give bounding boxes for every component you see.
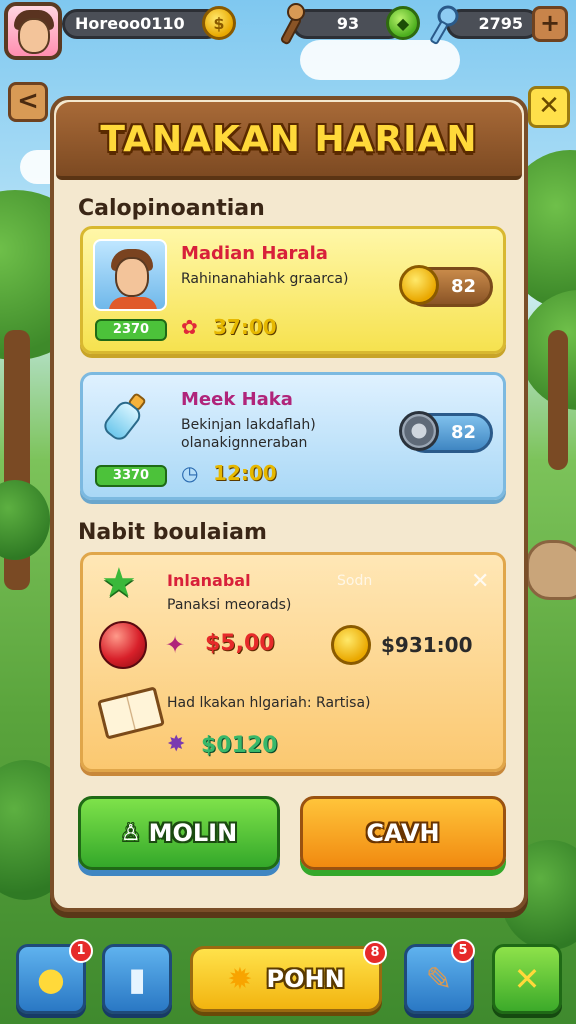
cavh-button[interactable]: CAVH [300, 796, 506, 870]
nav-chat-button[interactable]: ● 1 [16, 939, 93, 1014]
torch-icon [276, 2, 306, 46]
flower-icon: ✿ [181, 315, 198, 339]
dismiss-icon[interactable]: ✕ [471, 569, 489, 594]
reward-subtitle: Panaksi meorads) [167, 597, 292, 613]
chevron-left-icon: < [17, 86, 39, 116]
quest-badge: 5 [451, 939, 475, 963]
bush [0, 480, 50, 560]
task-name: Meek Haka [181, 389, 293, 410]
player-name: Horeoo0110 [75, 14, 185, 33]
nav-cards-button[interactable]: ▮ [102, 944, 172, 1014]
tools-icon: ✕ [513, 960, 541, 998]
gold-coin-icon [331, 625, 371, 665]
reward-tag: Sodn [337, 573, 373, 589]
reward-amount-coin: $931:00 [381, 633, 473, 657]
daily-tasks-panel: TANAKAN HARIAN Calopinoantian Madian Har… [50, 96, 528, 912]
portrait-body [109, 297, 157, 309]
book-description: Had lkakan hlgariah: Rartisa) [167, 695, 371, 711]
panel-header: TANAKAN HARIAN [56, 102, 522, 180]
diamond-icon: ◆ [386, 6, 420, 40]
section-heading-rewards: Nabit boulaiam [78, 520, 267, 545]
molin-button[interactable]: ♙ MOLIN [78, 796, 280, 870]
coin-icon: $ [202, 6, 236, 40]
top-resource-bar: Horeoo0110 $ 93 ◆ 2795 + [0, 0, 576, 60]
plus-label: + [539, 9, 561, 37]
nav-quest-button[interactable]: ✎ 5 [404, 939, 475, 1014]
nav-center-label: POHN [266, 965, 345, 993]
add-gems-button[interactable]: + [532, 6, 568, 42]
chat-badge: 1 [69, 939, 93, 963]
task-timer: 12:00 [213, 461, 277, 485]
level-badge: 2370 [95, 319, 167, 341]
cavh-button-label: CAVH [366, 819, 440, 847]
tree-trunk [548, 330, 568, 470]
card-icon: ▮ [128, 960, 146, 998]
reward-amount-gem: $0120 [201, 733, 278, 758]
task-card[interactable]: Madian Harala Rahinanahiahk graarca) 237… [80, 226, 506, 354]
task-description-line1: Bekinjan lakdaflah) [181, 417, 316, 433]
player-avatar[interactable] [4, 2, 62, 60]
key-icon [428, 4, 464, 46]
section-heading-active: Calopinoantian [78, 196, 265, 221]
red-ball-icon [99, 621, 147, 669]
reward-value: 82 [450, 422, 476, 443]
character-portrait [93, 239, 167, 311]
chat-bubble-icon: ● [37, 960, 65, 998]
close-icon: ✕ [538, 91, 560, 121]
task-name: Madian Harala [181, 243, 328, 264]
panel-title: TANAKAN HARIAN [100, 118, 478, 160]
reward-title: Inlanabal [167, 571, 251, 590]
task-description: Rahinanahiahk graarca) [181, 271, 349, 287]
coin-symbol: $ [213, 13, 225, 33]
level-badge: 3370 [95, 465, 167, 487]
star-burst-icon: ✹ [227, 961, 253, 997]
task-description-line2: olanakignneraban [181, 435, 308, 451]
scroll-icon: ✎ [425, 960, 453, 998]
task-timer: 37:00 [213, 315, 277, 339]
task-card[interactable]: Meek Haka Bekinjan lakdaflah) olanakignn… [80, 372, 506, 500]
rock [526, 540, 576, 600]
book-icon [97, 686, 165, 740]
molin-button-label: MOLIN [148, 819, 238, 847]
gem-value: 2795 [478, 14, 523, 33]
wand-icon: ✦ [165, 631, 186, 659]
reward-card: ★ Inlanabal Sodn ✕ Panaksi meorads) ✦ $5… [80, 552, 506, 772]
gem-shard-icon: ✸ [167, 732, 186, 757]
portrait-face [115, 257, 149, 297]
reward-amount-red: $5,00 [205, 631, 275, 656]
avatar-face [18, 18, 50, 54]
player-name-pill: Horeoo0110 [62, 9, 222, 39]
clock-icon: ◷ [181, 461, 199, 485]
energy-value: 93 [336, 14, 360, 33]
close-button[interactable]: ✕ [528, 86, 570, 128]
reward-value: 82 [450, 276, 476, 297]
nav-tools-button[interactable]: ✕ [492, 944, 562, 1014]
potion-bottle-icon [94, 383, 157, 449]
person-icon: ♙ [120, 820, 141, 846]
star-icon: ★ [101, 560, 137, 606]
center-badge: 8 [363, 941, 387, 965]
nav-center-button[interactable]: ✹ POHN 8 [190, 941, 387, 1012]
coin-icon [399, 265, 439, 305]
gear-icon [399, 411, 439, 451]
back-button[interactable]: < [8, 82, 48, 122]
